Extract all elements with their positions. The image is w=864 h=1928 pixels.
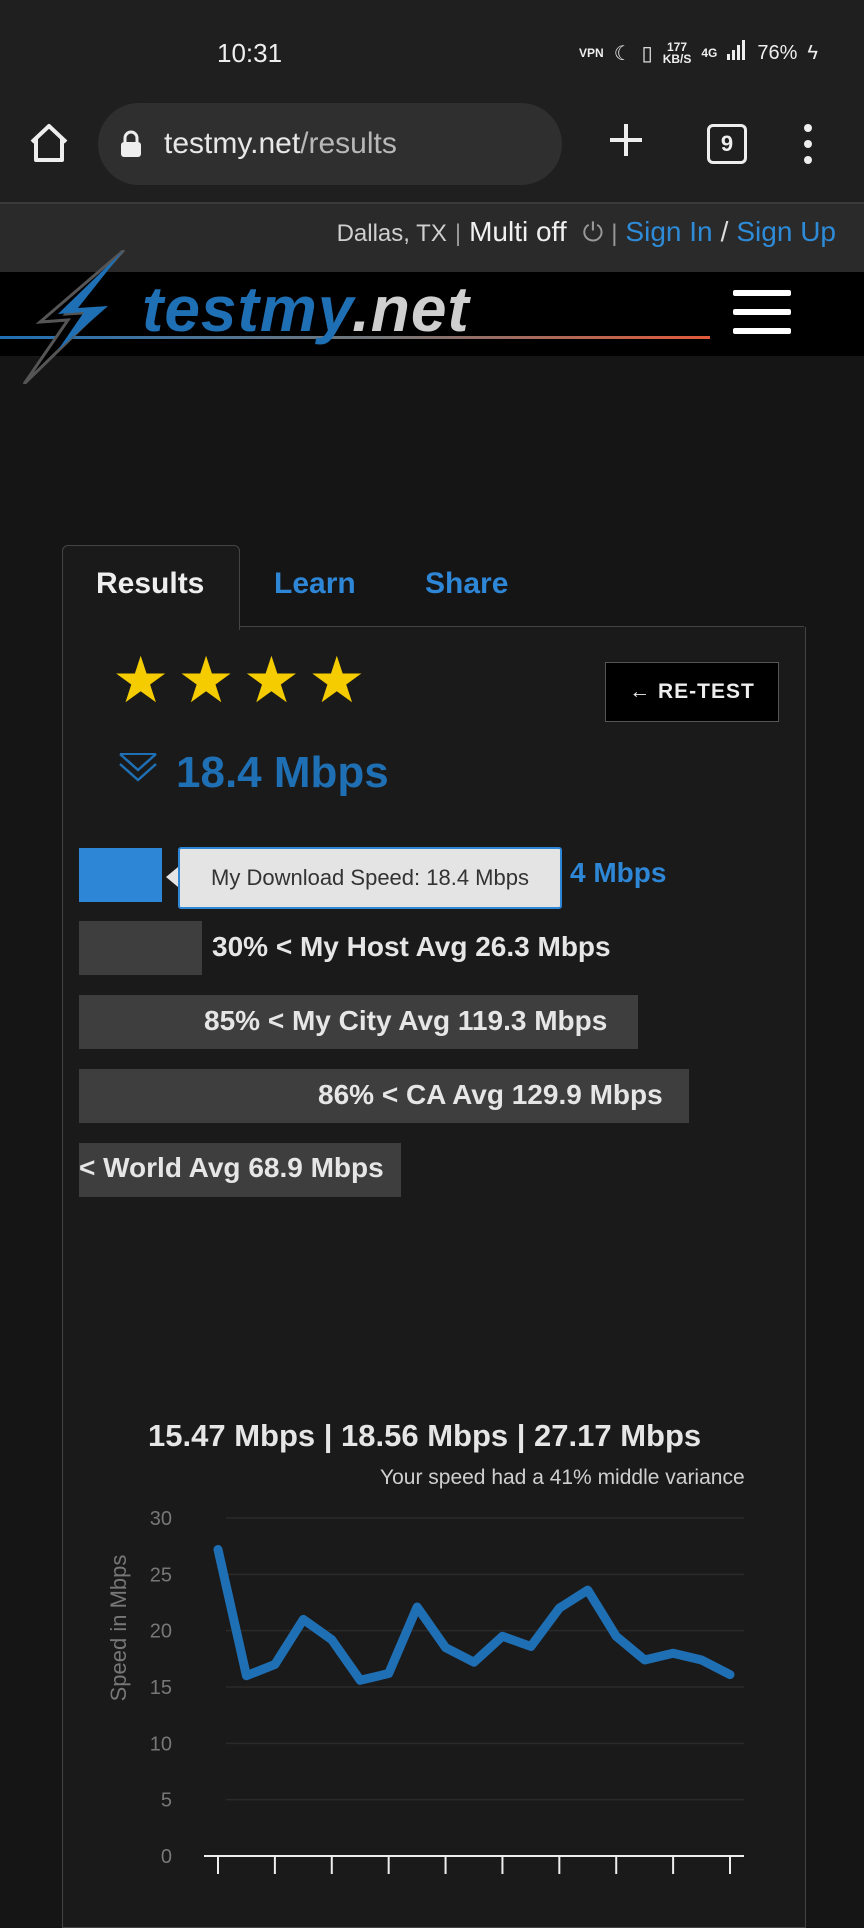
y-tick-label: 5: [161, 1790, 172, 1812]
tooltip-arrow: [166, 867, 178, 887]
data-point[interactable]: [498, 1632, 507, 1641]
sign-in-link[interactable]: Sign In: [625, 216, 712, 248]
data-point[interactable]: [697, 1655, 706, 1664]
download-bar-label: 4 Mbps: [570, 857, 667, 888]
y-tick-label: 30: [150, 1508, 172, 1530]
data-point[interactable]: [242, 1671, 251, 1680]
new-tab-button[interactable]: [606, 120, 646, 160]
data-point[interactable]: [555, 1604, 564, 1613]
moon-icon: ☾: [613, 42, 632, 65]
vibrate-icon: ▯: [641, 42, 653, 65]
star-icon: ★: [242, 644, 301, 716]
data-point[interactable]: [640, 1655, 649, 1664]
lightning-bolt-icon: [22, 250, 126, 384]
y-tick-label: 20: [150, 1621, 172, 1643]
location-text: Dallas, TX: [336, 220, 447, 247]
data-point[interactable]: [270, 1660, 279, 1669]
multi-toggle[interactable]: Multi off: [469, 216, 567, 248]
more-vert-icon: [804, 124, 812, 164]
tab-results-label[interactable]: Results: [96, 567, 204, 601]
site-logo[interactable]: testmy.net: [142, 272, 470, 346]
battery-text: 76%: [757, 41, 798, 64]
home-button[interactable]: [26, 120, 72, 166]
city-avg-label: 85% < My City Avg 119.3 Mbps: [204, 1005, 608, 1036]
y-tick-label: 10: [150, 1733, 172, 1755]
lock-icon: [121, 130, 141, 157]
hamburger-menu-button[interactable]: [733, 290, 791, 334]
sign-up-link[interactable]: Sign Up: [736, 216, 836, 248]
charging-icon: ϟ: [807, 41, 818, 64]
network-type: 4G: [701, 46, 718, 60]
net-speed: 177 KB/S: [662, 40, 692, 66]
variance-text: Your speed had a 41% middle variance: [380, 1466, 745, 1489]
tab-switcher-button[interactable]: 9: [707, 124, 747, 164]
data-point[interactable]: [384, 1669, 393, 1678]
data-point[interactable]: [413, 1603, 422, 1612]
slash: /: [720, 216, 729, 247]
state-avg-label: 86% < CA Avg 129.9 Mbps: [318, 1079, 663, 1110]
download-chevron-icon: [119, 753, 157, 782]
home-icon: [30, 124, 68, 162]
data-point[interactable]: [441, 1643, 450, 1652]
tooltip: My Download Speed: 18.4 Mbps: [178, 847, 562, 909]
data-point[interactable]: [726, 1670, 734, 1679]
signal-icon: [727, 40, 747, 66]
download-speed-value: 18.4 Mbps: [176, 748, 389, 797]
y-axis-label: Speed in Mbps: [106, 1555, 131, 1702]
url-text: testmy.net/results: [164, 127, 397, 160]
browser-toolbar: testmy.net/results 9: [0, 98, 864, 204]
world-avg-label: < World Avg 68.9 Mbps: [79, 1152, 384, 1183]
star-icon: ★: [308, 644, 366, 716]
y-tick-label: 0: [161, 1846, 172, 1868]
host-avg-label: 30% < My Host Avg 26.3 Mbps: [212, 931, 611, 962]
tab-share[interactable]: Share: [425, 567, 508, 601]
status-bar: 10:31 VPN ☾ ▯ 177 KB/S 4G 76% ϟ: [0, 0, 864, 98]
data-point[interactable]: [299, 1615, 308, 1624]
status-time: 10:31: [217, 38, 283, 68]
separator: |: [454, 220, 462, 247]
data-point[interactable]: [526, 1642, 535, 1651]
rating-stars: ★ ★ ★ ★: [112, 648, 366, 712]
browser-menu-button[interactable]: [796, 122, 820, 166]
data-point[interactable]: [470, 1658, 478, 1667]
star-icon: ★: [112, 644, 170, 716]
host-avg-bar[interactable]: [79, 921, 202, 975]
power-icon[interactable]: ⏻: [583, 217, 604, 249]
url-bar[interactable]: testmy.net/results: [98, 103, 562, 185]
tab-divider: [238, 626, 804, 627]
plus-icon: [610, 124, 642, 156]
retest-button[interactable]: ← RE-TEST: [605, 662, 779, 722]
status-icons: VPN ☾ ▯ 177 KB/S 4G 76% ϟ: [579, 40, 818, 66]
vpn-icon: VPN: [579, 46, 604, 60]
data-point[interactable]: [356, 1676, 365, 1685]
data-point[interactable]: [583, 1586, 592, 1595]
download-speed-bar[interactable]: [79, 848, 162, 902]
data-point[interactable]: [327, 1635, 336, 1644]
star-icon: ★: [177, 644, 235, 716]
tab-learn[interactable]: Learn: [274, 567, 356, 601]
data-point[interactable]: [612, 1632, 621, 1641]
data-point[interactable]: [669, 1649, 678, 1658]
separator: |: [611, 220, 618, 247]
speed-stats: 15.47 Mbps | 18.56 Mbps | 27.17 Mbps: [148, 1418, 702, 1453]
data-point[interactable]: [214, 1545, 222, 1554]
y-tick-label: 25: [150, 1564, 172, 1586]
speed-line-chart: Speed in Mbps 0 5 10 15 20 25 30: [106, 1508, 744, 1874]
y-tick-label: 15: [150, 1677, 172, 1699]
